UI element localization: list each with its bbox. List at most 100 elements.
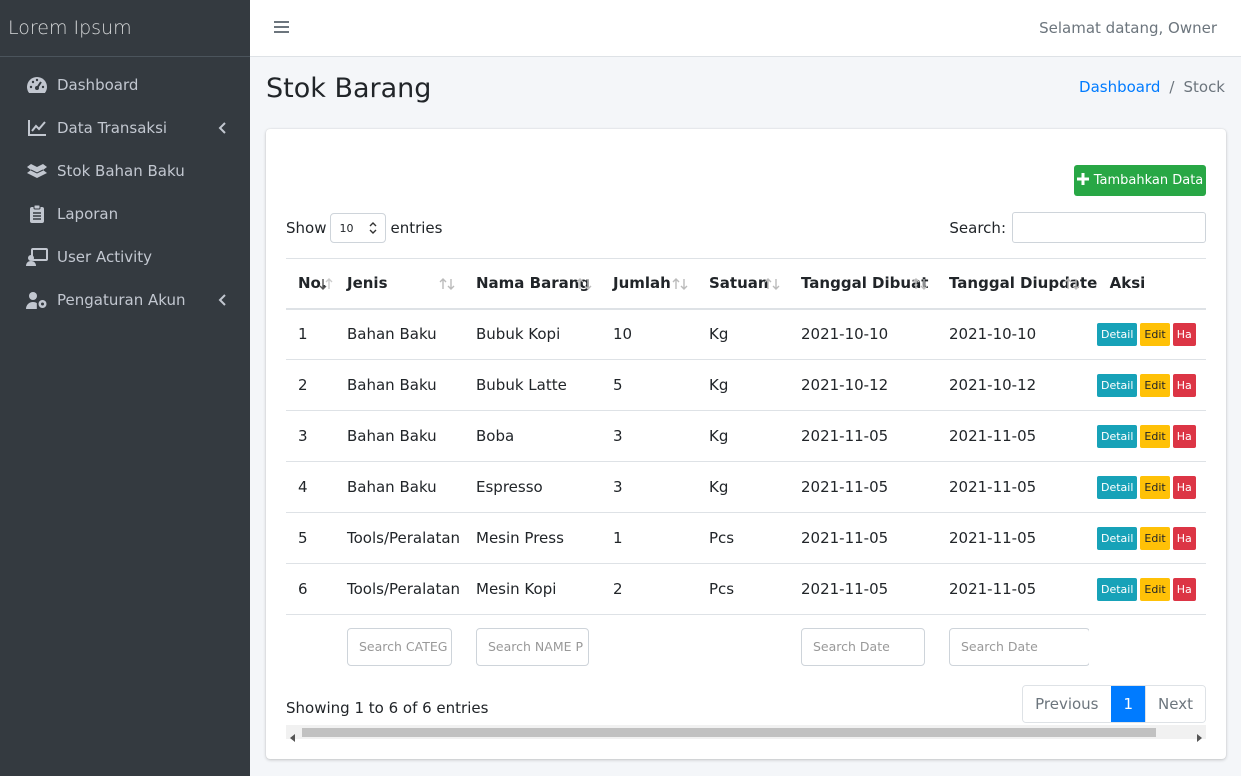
breadcrumb-dashboard-link[interactable]: Dashboard (1079, 78, 1160, 96)
column-header-aksi: Aksi (1089, 258, 1206, 310)
row-actions: Detail Edit Ha (1097, 424, 1206, 448)
entries-select[interactable]: 10 (330, 213, 387, 243)
select-arrows-icon (369, 221, 377, 238)
sidebar-item-label: User Activity (57, 247, 153, 266)
column-header-label: Aksi (1109, 274, 1146, 293)
edit-button[interactable]: Edit (1140, 322, 1170, 346)
column-header-tanggal-diupdate[interactable]: Tanggal Diupdate (937, 258, 1097, 310)
pagination-next[interactable]: Next (1145, 686, 1205, 722)
cell-jenis: Tools/Peralatan (335, 563, 464, 615)
sidebar-item-dashboard[interactable]: Dashboard (0, 63, 250, 106)
brand-logo[interactable]: Lorem Ipsum (0, 0, 250, 57)
scroll-right-arrow-icon[interactable] (1196, 728, 1202, 746)
edit-button[interactable]: Edit (1140, 424, 1170, 448)
column-header-label: Tanggal Dibuat (801, 274, 929, 293)
edit-button[interactable]: Edit (1140, 475, 1170, 499)
column-header-no[interactable]: No. (286, 258, 335, 310)
filter-cell-empty (697, 615, 789, 679)
sidebar-item-label: Laporan (57, 204, 119, 223)
pagination-previous[interactable]: Previous (1023, 686, 1111, 722)
cell-aksi: Detail Edit Ha (1089, 410, 1206, 462)
edit-button[interactable]: Edit (1140, 526, 1170, 550)
scroll-left-arrow-icon[interactable] (290, 728, 296, 746)
tachometer-icon (26, 75, 48, 95)
delete-button[interactable]: Ha (1172, 424, 1196, 448)
row-actions: Detail Edit Ha (1097, 526, 1206, 550)
detail-button[interactable]: Detail (1097, 475, 1138, 499)
row-actions: Detail Edit Ha (1097, 373, 1206, 397)
column-header-label: Jumlah (613, 274, 671, 293)
welcome-text: Selamat datang, Owner (1039, 19, 1217, 37)
breadcrumb-separator: / (1169, 78, 1175, 96)
topbar: Selamat datang, Owner (250, 0, 1241, 57)
cell-satuan: Pcs (697, 563, 789, 615)
cell-nama-barang: Mesin Kopi (464, 563, 601, 615)
row-actions: Detail Edit Ha (1097, 577, 1206, 601)
detail-button[interactable]: Detail (1097, 373, 1138, 397)
delete-button[interactable]: Ha (1172, 526, 1196, 550)
delete-button[interactable]: Ha (1172, 373, 1196, 397)
column-header-tanggal-dibuat[interactable]: Tanggal Dibuat (789, 258, 937, 310)
pagination-page-1[interactable]: 1 (1110, 686, 1146, 722)
clipboard-list-icon (26, 204, 48, 224)
filter-cell: Search NAME P (464, 615, 601, 679)
sidebar-item-stok-bahan-baku[interactable]: Stok Bahan Baku (0, 149, 250, 192)
sidebar-nav: Dashboard Data Transaksi Stok Bahan Baku… (0, 57, 250, 321)
search-updated-date-input[interactable]: Search Date (949, 627, 1089, 666)
search-category-input[interactable]: Search CATEG (347, 627, 452, 666)
hamburger-menu-icon[interactable] (274, 20, 289, 38)
breadcrumb-current: Stock (1183, 78, 1225, 96)
column-header-satuan[interactable]: Satuan (697, 258, 789, 310)
cell-aksi: Detail Edit Ha (1089, 461, 1206, 513)
column-header-label: Nama Barang (476, 274, 591, 293)
sort-icon (763, 277, 781, 295)
detail-button[interactable]: Detail (1097, 322, 1138, 346)
horizontal-scrollbar[interactable] (286, 725, 1206, 742)
search-input[interactable] (1012, 212, 1206, 243)
cell-aksi: Detail Edit Ha (1089, 359, 1206, 411)
plus-icon (1076, 172, 1089, 189)
cell-jumlah: 3 (601, 410, 697, 462)
cell-jenis: Tools/Peralatan (335, 512, 464, 564)
sidebar-item-pengaturan-akun[interactable]: Pengaturan Akun (0, 278, 250, 321)
sidebar-item-data-transaksi[interactable]: Data Transaksi (0, 106, 250, 149)
edit-button[interactable]: Edit (1140, 373, 1170, 397)
column-header-jumlah[interactable]: Jumlah (601, 258, 697, 310)
detail-button[interactable]: Detail (1097, 526, 1138, 550)
edit-button[interactable]: Edit (1140, 577, 1170, 601)
search-name-input[interactable]: Search NAME P (476, 627, 589, 666)
sidebar-item-laporan[interactable]: Laporan (0, 192, 250, 235)
cell-nama-barang: Bubuk Latte (464, 359, 601, 411)
add-data-button[interactable]: Tambahkan Data (1074, 165, 1206, 196)
filter-cell-empty (286, 615, 335, 679)
sidebar-item-label: Stok Bahan Baku (57, 161, 185, 180)
cell-satuan: Kg (697, 410, 789, 462)
cell-no: 3 (286, 410, 335, 462)
detail-button[interactable]: Detail (1097, 424, 1138, 448)
delete-button[interactable]: Ha (1172, 475, 1196, 499)
sort-icon (1063, 277, 1081, 295)
stock-card: Tambahkan Data Show 10 entries Search: N… (266, 129, 1226, 759)
column-header-nama-barang[interactable]: Nama Barang (464, 258, 601, 310)
sidebar-item-label: Data Transaksi (57, 118, 168, 137)
cell-jumlah: 5 (601, 359, 697, 411)
cell-aksi: Detail Edit Ha (1089, 308, 1206, 360)
delete-button[interactable]: Ha (1172, 577, 1196, 601)
table-search: Search: (949, 212, 1206, 243)
sort-icon (438, 277, 456, 295)
sidebar-item-user-activity[interactable]: User Activity (0, 235, 250, 278)
table-row: 1 Bahan Baku Bubuk Kopi 10 Kg 2021-10-10… (286, 308, 1206, 360)
detail-button[interactable]: Detail (1097, 577, 1138, 601)
table-info: Showing 1 to 6 of 6 entries (286, 699, 489, 717)
user-monitor-icon (26, 247, 48, 267)
search-created-date-input[interactable]: Search Date (801, 627, 925, 666)
sort-icon (911, 277, 929, 295)
filter-cell-empty (1089, 615, 1206, 679)
stock-table: No. Jenis Nama Barang Jumlah Satuan Tang… (286, 258, 1206, 679)
entries-label: entries (390, 219, 443, 237)
scrollbar-thumb[interactable] (302, 728, 1156, 737)
delete-button[interactable]: Ha (1172, 322, 1196, 346)
column-header-jenis[interactable]: Jenis (335, 258, 464, 310)
cell-satuan: Kg (697, 359, 789, 411)
cell-tanggal-dibuat: 2021-10-12 (789, 359, 937, 411)
